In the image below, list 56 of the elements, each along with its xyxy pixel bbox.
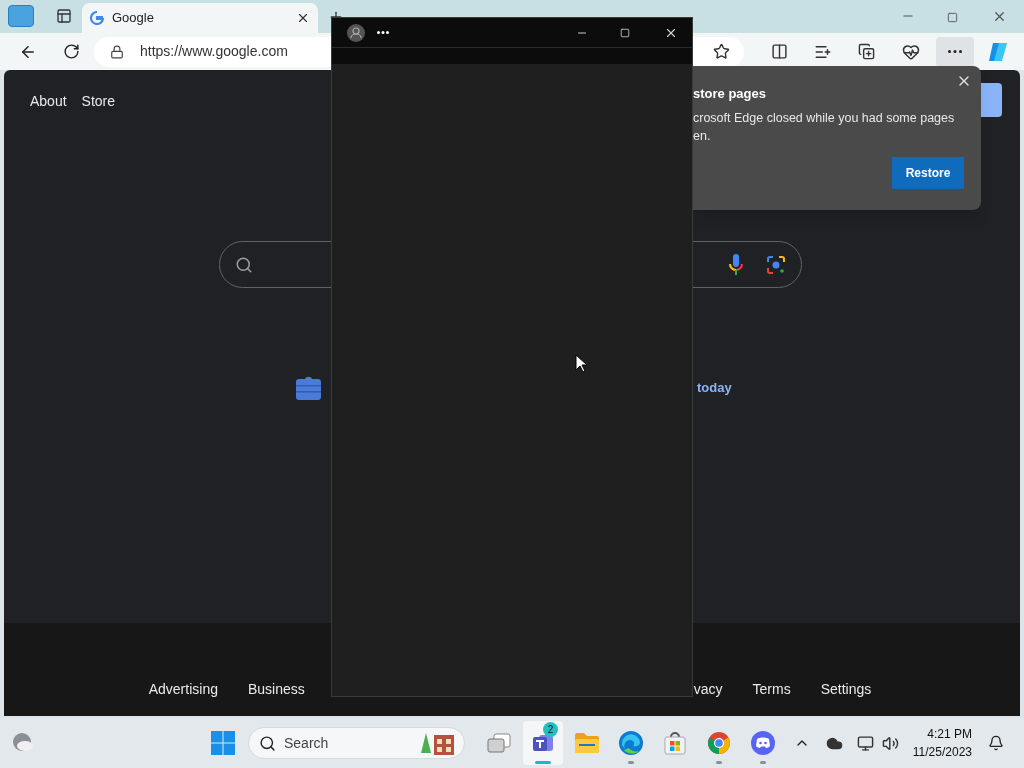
popup-message: crosoft Edge closed while you had some pages en. [693, 109, 956, 145]
search-icon [259, 734, 276, 752]
tab-title: Google [112, 9, 155, 28]
footer-link[interactable]: Business [247, 679, 305, 700]
running-indicator [760, 761, 766, 764]
favorite-star-icon[interactable] [713, 43, 730, 60]
more-icon [948, 50, 962, 53]
search-placeholder: Search [284, 733, 329, 753]
gift-icon [295, 374, 322, 401]
task-view-icon [487, 733, 511, 753]
footer-link[interactable]: Settings [820, 679, 872, 700]
notification-bell-icon[interactable] [988, 735, 1004, 751]
user-avatar-icon[interactable] [347, 23, 365, 42]
address-text: https://www.google.com [140, 42, 288, 61]
nav-link[interactable]: Store [81, 91, 116, 112]
discord-icon [750, 730, 776, 756]
close-tab-icon[interactable] [296, 11, 310, 25]
nav-link[interactable]: About [30, 91, 67, 112]
tab-actions-icon[interactable] [56, 8, 72, 24]
clock-time[interactable]: 4:21 PM [927, 725, 972, 743]
close-icon[interactable] [992, 9, 1007, 24]
notification-badge: 2 [543, 722, 558, 737]
collections-icon[interactable] [858, 43, 875, 60]
promo-link[interactable]: today [697, 377, 732, 398]
store-bag-icon [663, 731, 687, 755]
camera-lens-icon[interactable] [765, 254, 786, 275]
footer-link[interactable]: Terms [752, 679, 791, 700]
footer-link[interactable]: vacy [693, 679, 723, 700]
copilot-icon[interactable] [987, 40, 1009, 63]
taskbar-search-field[interactable]: Search [248, 727, 465, 759]
network-icon[interactable] [856, 734, 874, 752]
popup-title: store pages [693, 85, 766, 103]
running-indicator [535, 761, 551, 764]
google-g-icon [90, 11, 104, 25]
mouse-pointer-icon [575, 354, 587, 373]
footer-link[interactable]: Advertising [148, 679, 218, 700]
clock-date[interactable]: 11/25/2023 [912, 743, 972, 761]
search-icon [234, 255, 253, 274]
folder-icon [574, 732, 600, 754]
lock-icon [110, 44, 124, 59]
restore-button[interactable]: Restore [892, 156, 964, 189]
browser-tab[interactable]: Google [82, 3, 318, 33]
restore-icon[interactable] [947, 12, 958, 23]
more-icon[interactable] [377, 31, 389, 34]
volume-icon[interactable] [881, 734, 899, 752]
refresh-icon[interactable] [63, 43, 80, 60]
split-screen-icon[interactable] [771, 43, 788, 60]
running-indicator [716, 761, 722, 764]
microphone-icon[interactable] [727, 252, 744, 277]
edge-icon [618, 730, 644, 756]
taskbar-app[interactable]: 2 [523, 721, 563, 765]
chrome-icon [707, 731, 731, 755]
running-indicator [628, 761, 634, 764]
more-button[interactable] [936, 36, 974, 67]
maximize-icon[interactable] [620, 27, 630, 38]
heart-pulse-icon[interactable] [902, 42, 920, 61]
